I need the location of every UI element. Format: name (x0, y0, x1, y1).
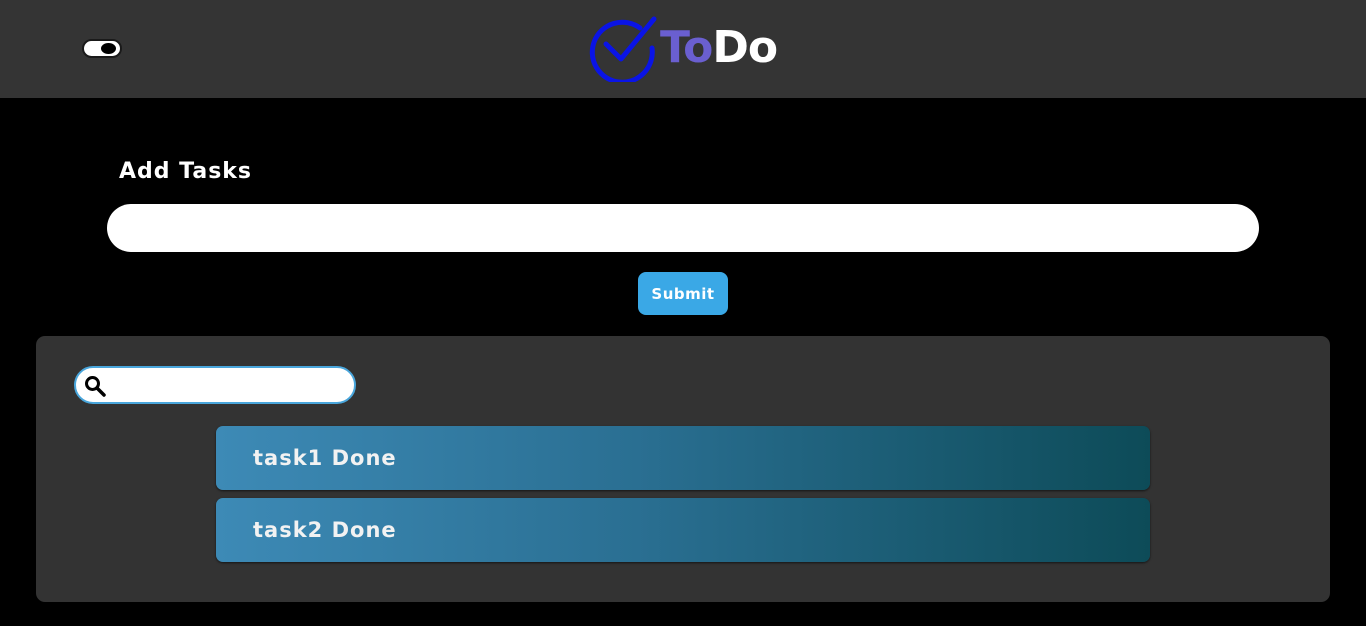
add-task-input[interactable] (107, 204, 1259, 252)
app-logo: To Do (588, 14, 778, 82)
task-label: task1 Done (253, 446, 397, 470)
logo-text-do: Do (712, 22, 778, 73)
task-item[interactable]: task2 Done (216, 498, 1150, 562)
search-box[interactable] (74, 366, 356, 404)
eye-toggle-icon (101, 43, 116, 54)
task-label: task2 Done (253, 518, 397, 542)
submit-button[interactable]: Submit (638, 272, 728, 315)
check-circle-icon (589, 16, 657, 82)
logo-text: To Do (660, 22, 778, 73)
theme-toggle[interactable] (82, 39, 122, 58)
app-header: To Do (0, 0, 1366, 98)
page: To Do Add Tasks Submit task1 Done task2 … (0, 0, 1366, 626)
add-tasks-label: Add Tasks (119, 159, 253, 184)
task-panel: task1 Done task2 Done (36, 336, 1330, 602)
logo-text-to: To (660, 22, 713, 73)
search-input[interactable] (110, 368, 350, 402)
task-list: task1 Done task2 Done (216, 426, 1150, 570)
task-item[interactable]: task1 Done (216, 426, 1150, 490)
search-icon (85, 376, 106, 397)
